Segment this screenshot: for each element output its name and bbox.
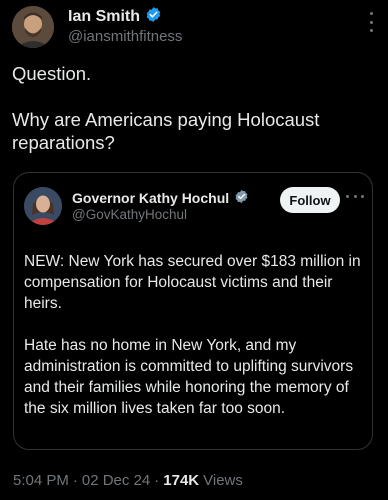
tweet-text: Question. Why are Americans paying Holoc… bbox=[12, 62, 378, 154]
quoted-paragraph: Hate has no home in New York, and my adm… bbox=[24, 337, 354, 417]
author-handle[interactable]: @iansmithfitness bbox=[68, 28, 182, 45]
quoted-avatar[interactable] bbox=[24, 187, 62, 225]
follow-button[interactable]: Follow bbox=[280, 187, 340, 213]
quoted-tweet-card[interactable]: Governor Kathy Hochul @GovKathyHochul Fo… bbox=[13, 172, 373, 450]
more-options-icon[interactable] bbox=[366, 12, 376, 32]
tweet-header: Ian Smith @iansmithfitness bbox=[0, 0, 388, 60]
meta-separator: · bbox=[154, 472, 160, 489]
tweet-time[interactable]: 5:04 PM bbox=[13, 472, 69, 489]
author-name-row[interactable]: Ian Smith bbox=[68, 6, 162, 28]
government-badge-icon bbox=[234, 189, 249, 207]
views-label: Views bbox=[203, 472, 243, 489]
tweet-meta: 5:04 PM · 02 Dec 24 · 174K Views bbox=[13, 472, 243, 489]
meta-separator: · bbox=[72, 472, 78, 489]
quoted-author-name[interactable]: Governor Kathy Hochul bbox=[72, 190, 229, 206]
views-count: 174K bbox=[163, 472, 200, 489]
quoted-tweet-text: NEW: New York has secured over $183 mill… bbox=[24, 251, 368, 419]
tweet-line: Why are Americans paying Holocaust repar… bbox=[12, 109, 320, 153]
avatar[interactable] bbox=[12, 6, 54, 48]
author-name[interactable]: Ian Smith bbox=[68, 8, 140, 26]
quoted-paragraph: NEW: New York has secured over $183 mill… bbox=[24, 253, 361, 312]
quoted-name-row[interactable]: Governor Kathy Hochul bbox=[72, 189, 249, 207]
tweet-line: Question. bbox=[12, 63, 92, 84]
quoted-more-options-icon[interactable] bbox=[346, 190, 364, 202]
quoted-author-handle[interactable]: @GovKathyHochul bbox=[72, 207, 187, 222]
verified-badge-icon bbox=[145, 6, 162, 28]
tweet-date[interactable]: 02 Dec 24 bbox=[82, 472, 150, 489]
